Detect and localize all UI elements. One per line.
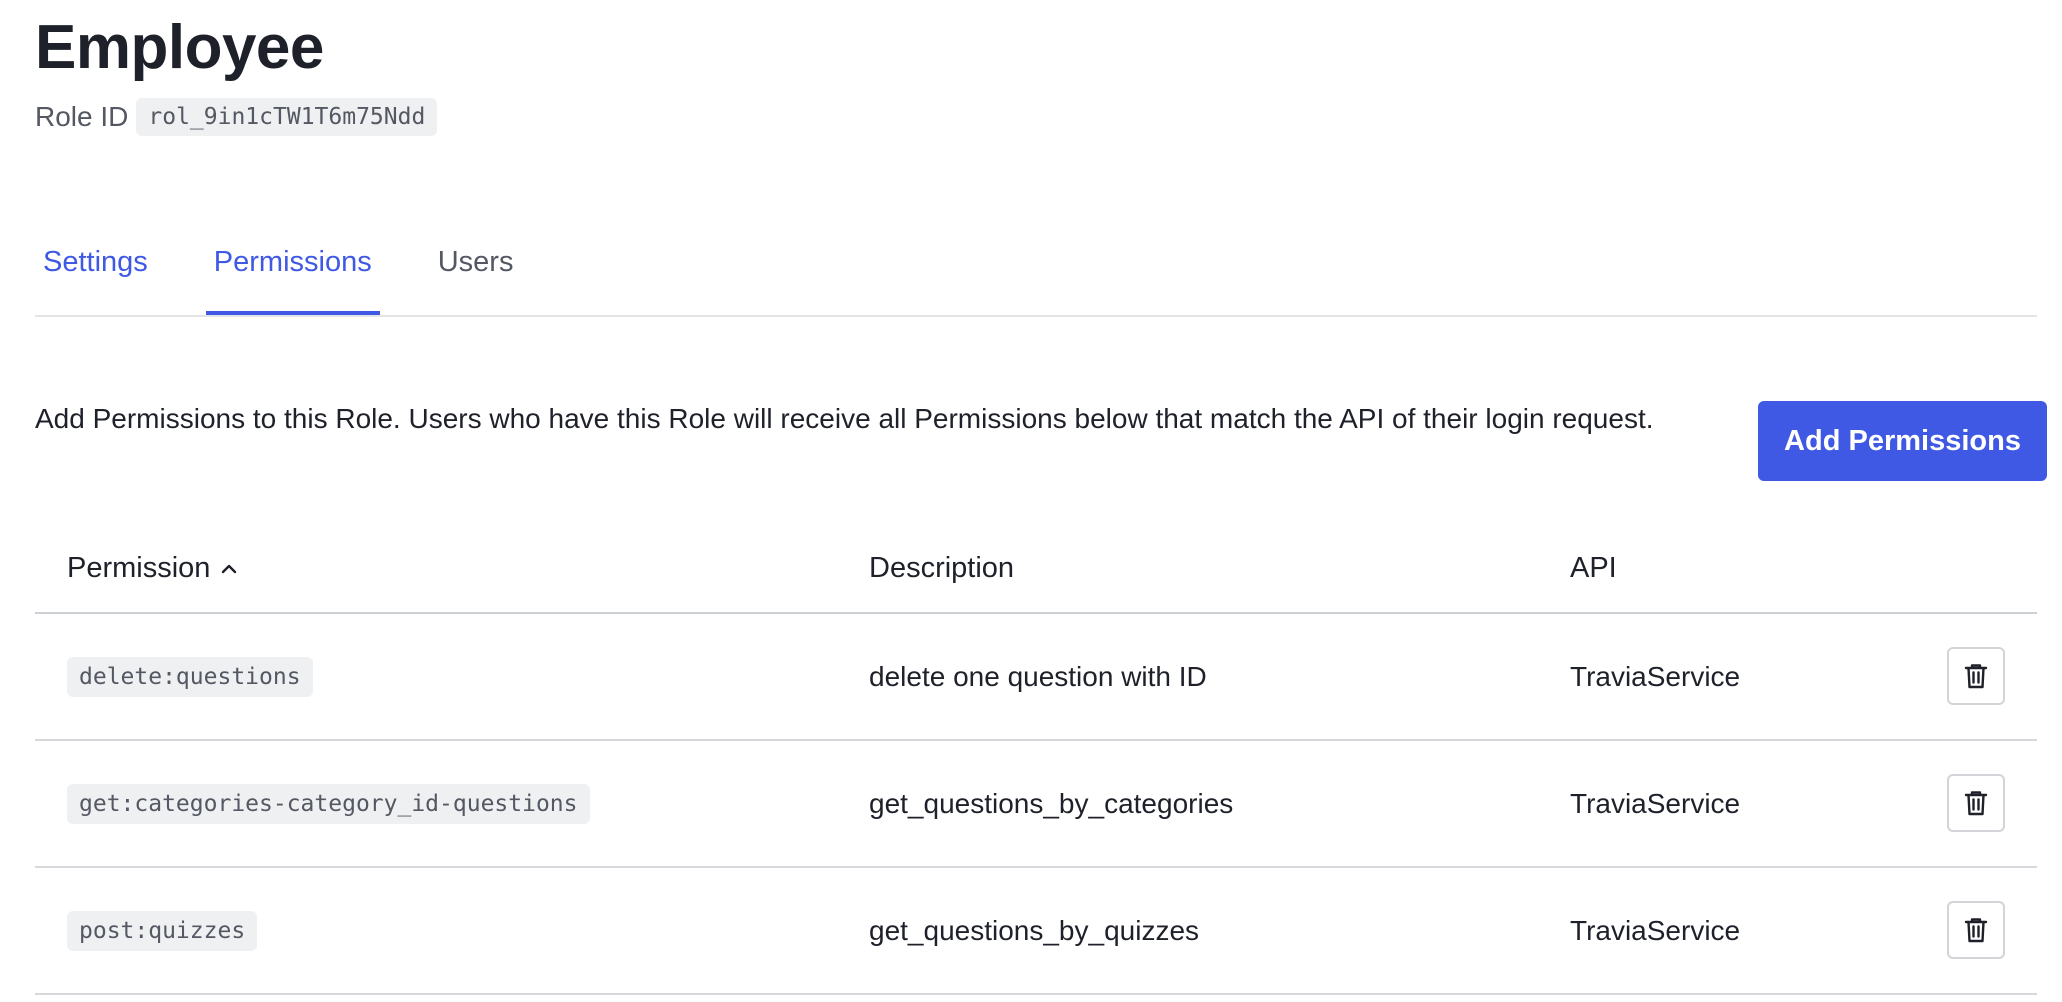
- tab-users[interactable]: Users: [430, 226, 522, 312]
- table-row: get:categories-category_id-questions get…: [35, 741, 2037, 868]
- api-cell: TraviaService: [1570, 914, 1741, 946]
- permission-chip: get:categories-category_id-questions: [67, 783, 590, 824]
- tab-permissions[interactable]: Permissions: [205, 226, 380, 315]
- permission-cell: delete:questions: [67, 614, 313, 739]
- column-header-description: Description: [869, 552, 1015, 584]
- column-header-permission[interactable]: Permission: [67, 552, 238, 585]
- description-cell: get_questions_by_quizzes: [869, 914, 1200, 946]
- role-id-label: Role ID: [35, 101, 129, 132]
- table-row: post:quizzes get_questions_by_quizzes Tr…: [35, 868, 2037, 995]
- permissions-table: Permission Description API delete:questi…: [35, 540, 2037, 995]
- permission-chip: delete:questions: [67, 656, 313, 697]
- trash-icon: [1963, 916, 1989, 944]
- tab-bar: Settings Permissions Users: [35, 226, 2037, 317]
- column-header-api: API: [1570, 552, 1617, 584]
- chevron-up-icon: [220, 560, 238, 578]
- api-cell: TraviaService: [1570, 787, 1741, 819]
- table-header: Permission Description API: [35, 540, 2037, 614]
- delete-permission-button[interactable]: [1947, 774, 2005, 832]
- api-cell: TraviaService: [1570, 660, 1741, 692]
- tab-settings[interactable]: Settings: [35, 226, 156, 312]
- trash-icon: [1963, 789, 1989, 817]
- page-title: Employee: [35, 13, 324, 82]
- permission-cell: get:categories-category_id-questions: [67, 741, 590, 866]
- role-id-value: rol_9in1cTW1T6m75Ndd: [136, 98, 438, 136]
- table-row: delete:questions delete one question wit…: [35, 614, 2037, 741]
- permission-cell: post:quizzes: [67, 868, 258, 993]
- permission-chip: post:quizzes: [67, 910, 258, 951]
- description-cell: delete one question with ID: [869, 660, 1207, 692]
- description-cell: get_questions_by_categories: [869, 787, 1234, 819]
- role-id-row: Role ID rol_9in1cTW1T6m75Ndd: [35, 98, 438, 136]
- column-header-permission-label: Permission: [67, 552, 211, 584]
- delete-permission-button[interactable]: [1947, 647, 2005, 705]
- delete-permission-button[interactable]: [1947, 901, 2005, 959]
- add-permissions-button[interactable]: Add Permissions: [1758, 401, 2047, 481]
- trash-icon: [1963, 662, 1989, 690]
- permissions-description: Add Permissions to this Role. Users who …: [35, 403, 1654, 434]
